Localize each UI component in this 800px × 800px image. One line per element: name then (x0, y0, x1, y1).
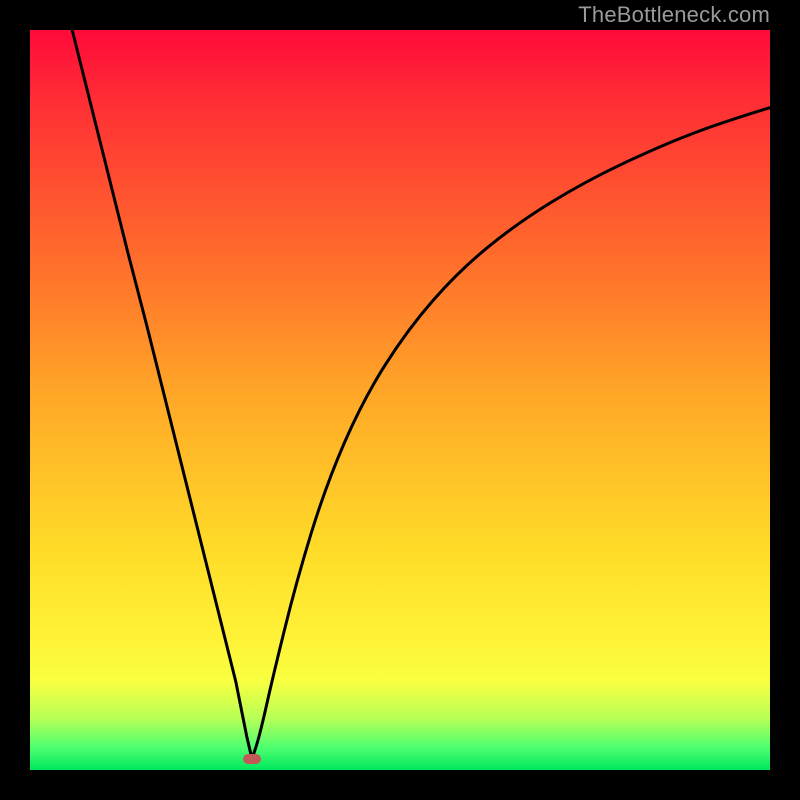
chart-frame: TheBottleneck.com (0, 0, 800, 800)
curve-path (72, 30, 770, 759)
plot-area (30, 30, 770, 770)
watermark-text: TheBottleneck.com (578, 2, 770, 28)
minimum-marker (243, 754, 261, 764)
bottleneck-curve (30, 30, 770, 770)
